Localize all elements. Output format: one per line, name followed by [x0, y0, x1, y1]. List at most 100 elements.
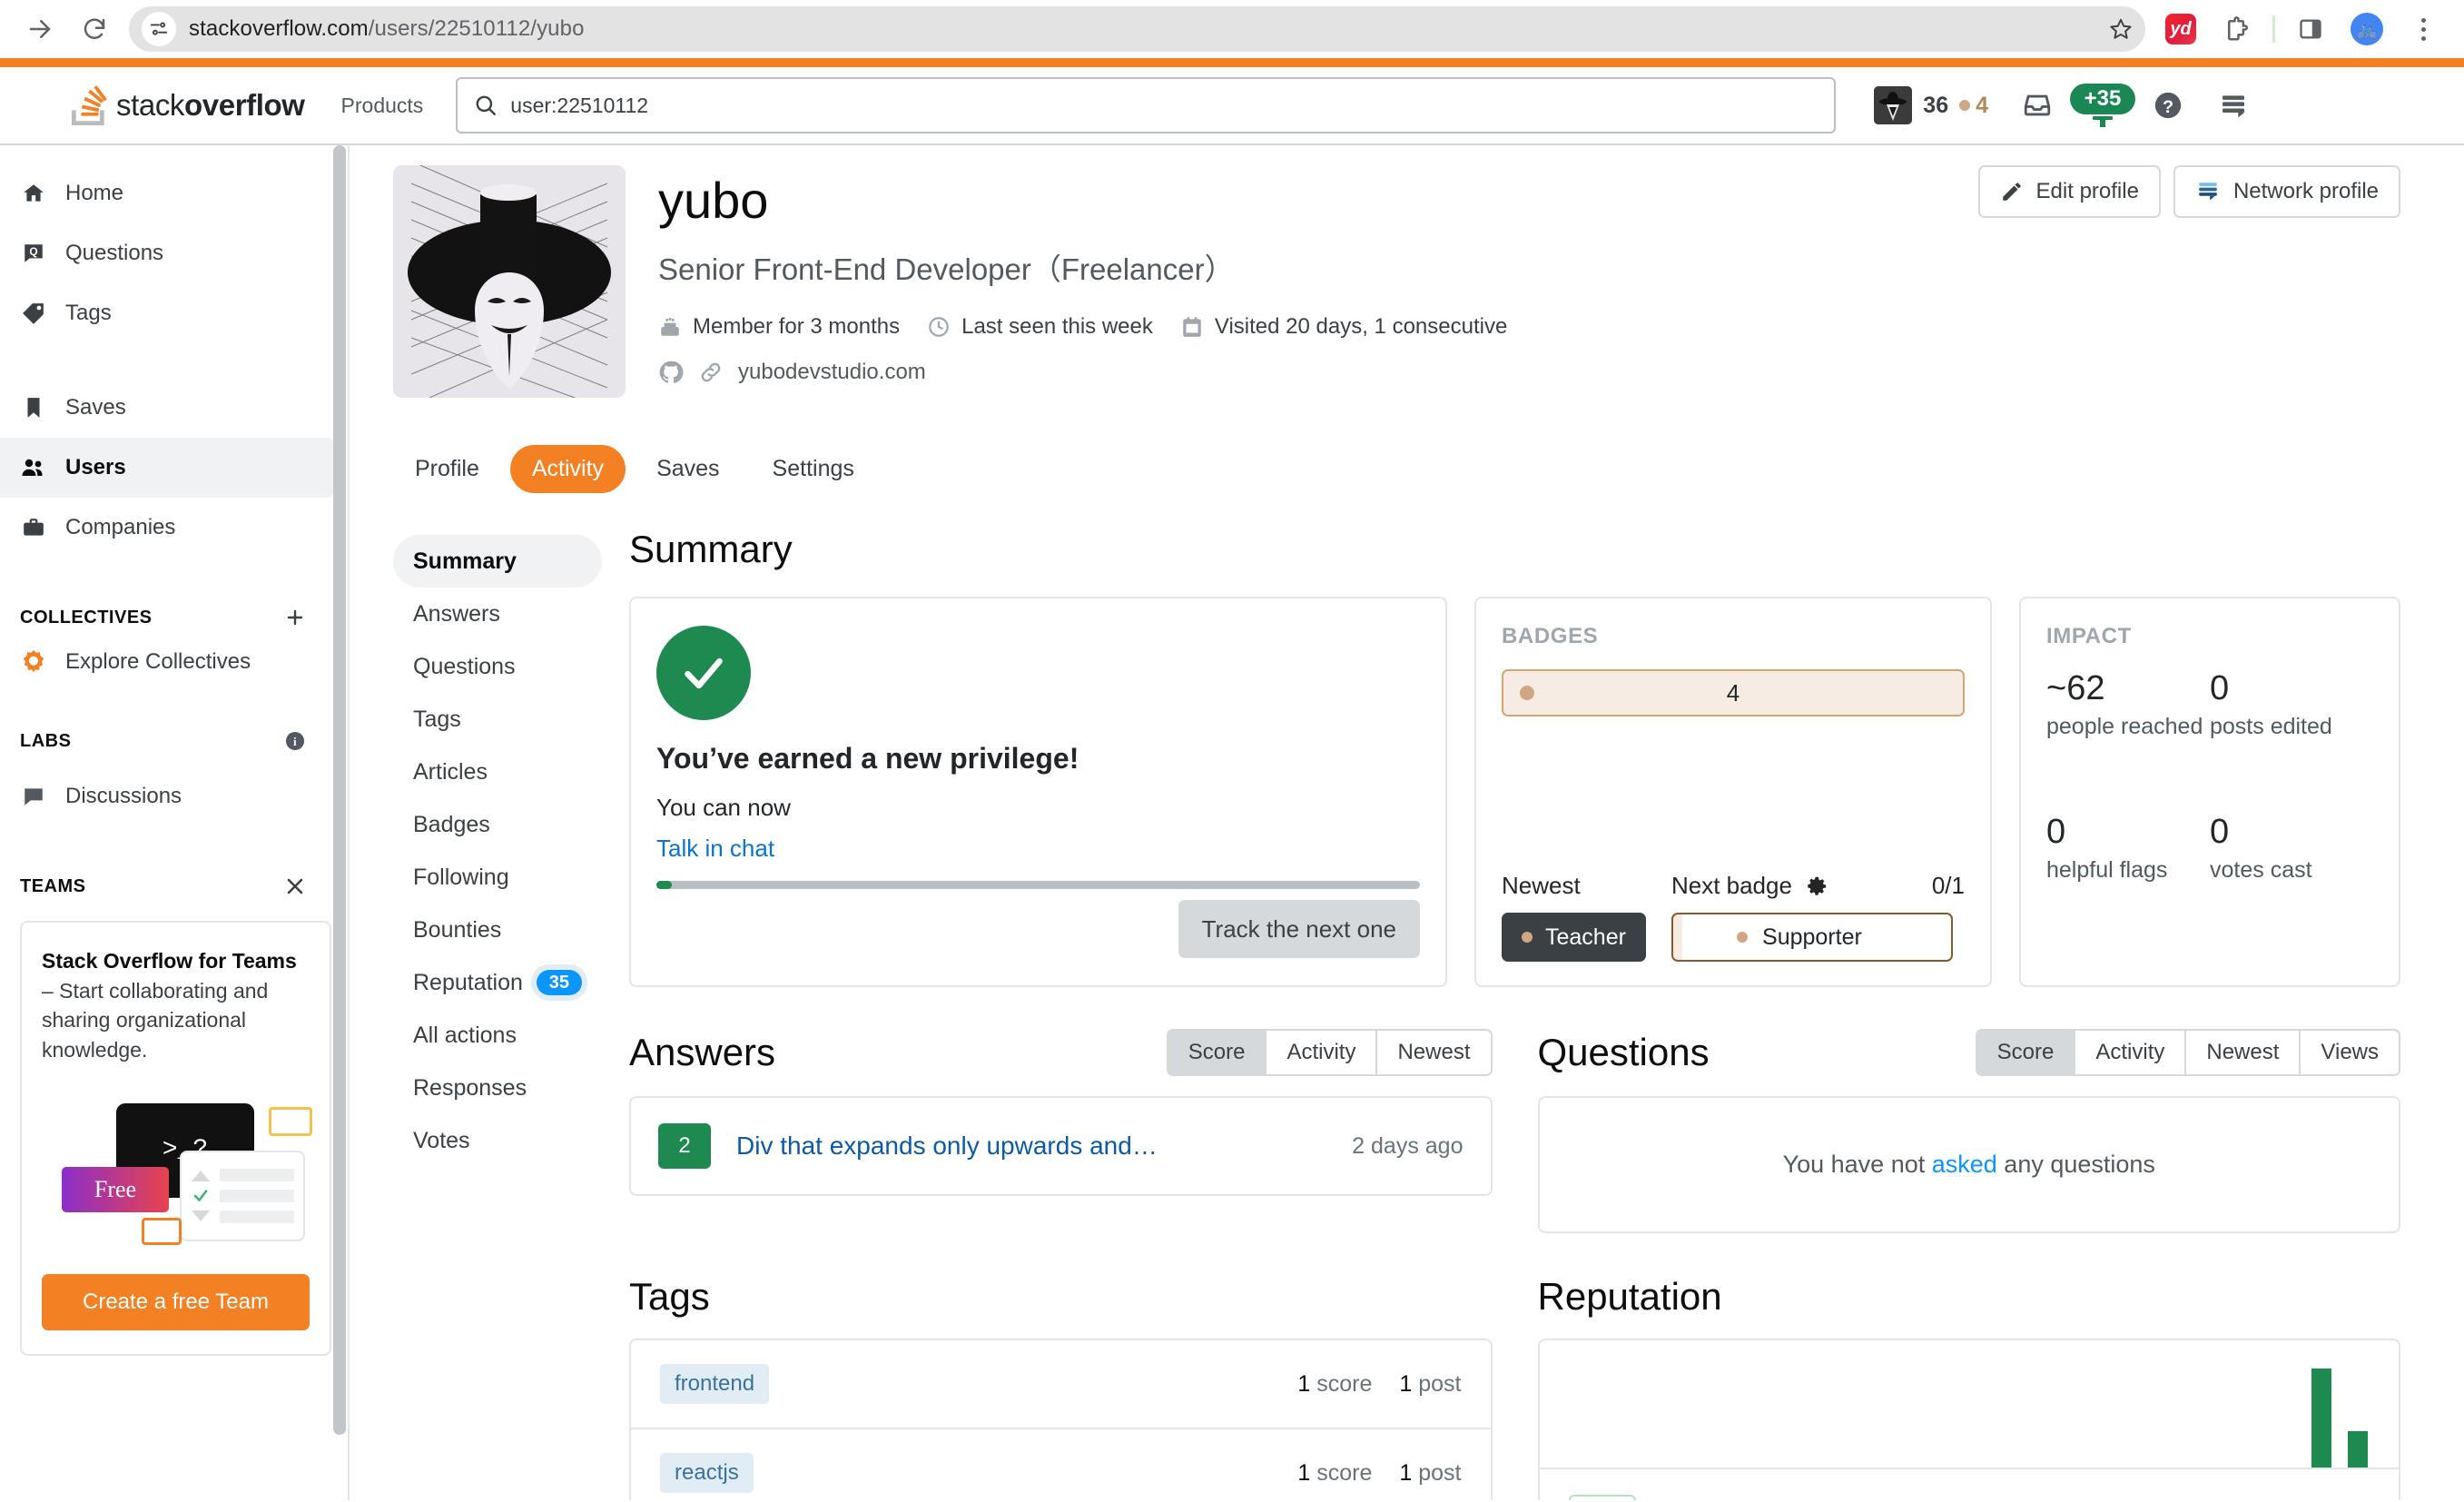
impact-stat: ~62 people reached — [2046, 669, 2210, 740]
tags-icon — [20, 301, 47, 325]
website-link[interactable]: yubodevstudio.com — [738, 360, 926, 385]
answers-sort-newest[interactable]: Newest — [1377, 1031, 1490, 1074]
sidebar-item-discussions[interactable]: Discussions — [0, 766, 333, 826]
profile-avatar-icon[interactable]: 🚲 — [2346, 8, 2388, 50]
link-icon[interactable] — [698, 360, 724, 385]
address-bar[interactable]: stackoverflow.com/users/22510112/yubo — [129, 6, 2145, 52]
newest-badge-chip[interactable]: Teacher — [1502, 913, 1646, 962]
bookmark-star-icon[interactable] — [2102, 10, 2140, 48]
subnav-item-bounties[interactable]: Bounties — [393, 904, 602, 956]
collectives-star-icon — [20, 648, 49, 676]
questions-sort-views[interactable]: Views — [2301, 1031, 2399, 1074]
tab-settings[interactable]: Settings — [751, 445, 876, 493]
questions-sort-score[interactable]: Score — [1976, 1031, 2076, 1074]
subnav-item-all-actions[interactable]: All actions — [393, 1009, 602, 1062]
track-next-one-button[interactable]: Track the next one — [1178, 900, 1420, 958]
ask-question-link[interactable]: asked — [1932, 1151, 1997, 1178]
subnav-item-answers[interactable]: Answers — [393, 588, 602, 640]
browser-toolbar: stackoverflow.com/users/22510112/yubo yd… — [0, 0, 2464, 58]
help-icon[interactable]: ? — [2135, 77, 2201, 133]
sidebar-item-label: Discussions — [65, 784, 182, 808]
avatar-bike-glyph: 🚲 — [2351, 13, 2383, 45]
subnav-item-articles[interactable]: Articles — [393, 746, 602, 798]
products-link[interactable]: Products — [341, 94, 424, 118]
subnav-item-reputation[interactable]: Reputation 35 — [393, 956, 602, 1009]
sidebar-item-explore-collectives[interactable]: Explore Collectives — [0, 643, 348, 681]
questions-sort-newest[interactable]: Newest — [2186, 1031, 2301, 1074]
answer-title-link[interactable]: Div that expands only upwards and… — [736, 1131, 1326, 1161]
tag-row[interactable]: frontend 1 score 1 post — [631, 1340, 1491, 1429]
network-profile-button[interactable]: Network profile — [2173, 165, 2400, 218]
subnav-label: Bounties — [413, 916, 502, 943]
subnav-item-responses[interactable]: Responses — [393, 1062, 602, 1114]
last-seen-label: Last seen this week — [961, 313, 1153, 339]
tag-chip[interactable]: frontend — [660, 1364, 770, 1404]
reputation-post-link[interactable]: Div that expands only upwards and scroll… — [1661, 1495, 2319, 1500]
sidebar-item-users[interactable]: Users — [0, 438, 333, 498]
sidebar-item-tags[interactable]: Tags — [0, 283, 333, 343]
sidebar-gap-4 — [0, 826, 348, 861]
visited-label: Visited 20 days, 1 consecutive — [1214, 313, 1508, 339]
next-badge-chip[interactable]: Supporter — [1671, 913, 1953, 962]
speech-bubble-yellow-icon — [269, 1106, 312, 1136]
site-info-icon[interactable] — [142, 12, 176, 46]
browser-menu-icon[interactable] — [2402, 8, 2444, 50]
inbox-icon[interactable] — [2005, 77, 2070, 133]
tab-profile[interactable]: Profile — [393, 445, 501, 493]
reload-icon[interactable] — [74, 9, 114, 49]
extensions-icon[interactable] — [2216, 8, 2258, 50]
subnav-item-badges[interactable]: Badges — [393, 798, 602, 851]
page-title: yubo — [658, 172, 769, 229]
saves-icon — [20, 396, 47, 420]
sidebar-item-home[interactable]: Home — [0, 163, 333, 223]
sidebar-item-saves[interactable]: Saves — [0, 378, 333, 438]
answers-sort-activity[interactable]: Activity — [1266, 1031, 1378, 1074]
bronze-badges-bar[interactable]: 4 — [1502, 669, 1965, 716]
site-switcher-icon[interactable] — [2201, 77, 2266, 133]
github-icon[interactable] — [658, 360, 684, 385]
info-icon[interactable]: i — [284, 730, 306, 752]
tab-saves[interactable]: Saves — [635, 445, 741, 493]
tag-row[interactable]: reactjs 1 score 1 post — [631, 1429, 1491, 1500]
sidebar-item-questions[interactable]: Q Questions — [0, 223, 333, 283]
profile-header-actions: Edit profile Network profile — [1977, 165, 2400, 218]
sidebar-scrollbar[interactable] — [333, 145, 346, 1435]
answer-row[interactable]: 2 Div that expands only upwards and… 2 d… — [631, 1098, 1491, 1194]
teams-promo-card[interactable]: Stack Overflow for Teams – Start collabo… — [20, 921, 331, 1356]
subnav-item-summary[interactable]: Summary — [393, 535, 602, 588]
sidebar-item-companies[interactable]: Companies — [0, 498, 333, 558]
tags-heading: Tags — [629, 1275, 710, 1318]
subnav-item-following[interactable]: Following — [393, 851, 602, 904]
tag-score-label: score — [1316, 1459, 1373, 1486]
subnav-item-votes[interactable]: Votes — [393, 1114, 602, 1167]
search-input[interactable] — [510, 93, 1818, 118]
answers-sort-score[interactable]: Score — [1168, 1031, 1267, 1074]
search-bar[interactable] — [456, 77, 1837, 133]
user-reputation-link[interactable]: 36 4 — [1858, 86, 2005, 124]
profile-avatar[interactable] — [393, 165, 626, 398]
privilege-link[interactable]: Talk in chat — [656, 835, 1420, 863]
gear-icon[interactable] — [1805, 875, 1828, 898]
add-collective-icon[interactable] — [284, 607, 306, 628]
teams-promo-title: Stack Overflow for Teams — [42, 949, 297, 973]
tag-score-value: 1 — [1297, 1459, 1311, 1486]
questions-sort-activity[interactable]: Activity — [2075, 1031, 2187, 1074]
sidebar-item-label: Saves — [65, 395, 126, 420]
create-free-team-button[interactable]: Create a free Team — [42, 1273, 310, 1330]
reputation-row[interactable]: +35 Div that expands only upwards and sc… — [1540, 1469, 2400, 1500]
users-icon — [20, 456, 47, 479]
subnav-label: Questions — [413, 653, 516, 679]
extension-yd-icon[interactable]: yd — [2160, 8, 2202, 50]
subnav-item-tags[interactable]: Tags — [393, 693, 602, 746]
forward-icon[interactable] — [20, 9, 60, 49]
achievements-icon[interactable]: +35 — [2069, 77, 2136, 133]
close-icon[interactable] — [284, 875, 306, 897]
side-panel-icon[interactable] — [2290, 8, 2331, 50]
stackoverflow-logo[interactable]: stackoverflow — [69, 85, 305, 125]
tab-activity[interactable]: Activity — [509, 445, 626, 493]
tag-chip[interactable]: reactjs — [660, 1453, 754, 1493]
impact-caption: votes cast — [2210, 857, 2312, 883]
questions-heading: Questions — [1537, 1031, 1710, 1073]
edit-profile-button[interactable]: Edit profile — [1977, 165, 2161, 218]
subnav-item-questions[interactable]: Questions — [393, 640, 602, 693]
